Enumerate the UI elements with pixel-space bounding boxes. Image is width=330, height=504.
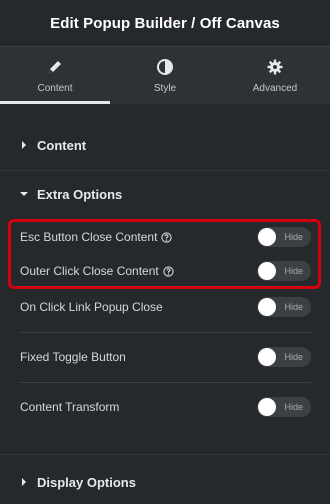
toggle-state-label: Hide	[284, 302, 303, 312]
section-extra-options-header[interactable]: Extra Options	[0, 174, 330, 214]
on-click-link-popup-close-toggle[interactable]: Hide	[257, 297, 311, 317]
caret-right-icon	[22, 478, 26, 486]
toggle-state-label: Hide	[284, 352, 303, 362]
panel-title: Edit Popup Builder / Off Canvas	[50, 14, 280, 32]
on-click-link-popup-close-label: On Click Link Popup Close	[20, 300, 163, 314]
esc-button-close-text: Esc Button Close Content	[20, 230, 158, 244]
row-divider	[20, 382, 311, 383]
controls-panel: Content Extra Options Esc Button Close C…	[0, 104, 330, 504]
toggle-knob	[258, 262, 276, 280]
toggle-knob	[258, 298, 276, 316]
toggle-knob	[258, 398, 276, 416]
section-content-title: Content	[37, 137, 87, 153]
esc-button-close-label: Esc Button Close Content	[20, 230, 173, 244]
content-transform-label: Content Transform	[20, 400, 120, 414]
help-icon[interactable]	[161, 231, 173, 243]
tab-bar: Content Style Advanced	[0, 46, 330, 104]
content-transform-row: Content Transform Hide	[20, 394, 311, 420]
section-content-header[interactable]: Content	[0, 125, 330, 165]
outer-click-close-text: Outer Click Close Content	[20, 264, 159, 278]
tab-style-label: Style	[153, 82, 177, 94]
section-divider	[0, 170, 330, 171]
esc-button-close-toggle[interactable]: Hide	[257, 227, 311, 247]
toggle-state-label: Hide	[284, 232, 303, 242]
gear-icon	[267, 59, 283, 74]
toggle-state-label: Hide	[284, 402, 303, 412]
tab-style[interactable]: Style	[110, 47, 220, 104]
pencil-icon	[49, 60, 61, 73]
caret-right-icon	[22, 141, 26, 149]
section-display-options-header[interactable]: Display Options	[0, 462, 330, 502]
tab-advanced[interactable]: Advanced	[220, 47, 330, 104]
panel-header: Edit Popup Builder / Off Canvas	[0, 0, 330, 46]
half-circle-icon	[157, 58, 173, 75]
on-click-link-popup-close-row: On Click Link Popup Close Hide	[20, 294, 311, 320]
outer-click-close-label: Outer Click Close Content	[20, 264, 174, 278]
outer-click-close-toggle[interactable]: Hide	[257, 261, 311, 281]
fixed-toggle-button-row: Fixed Toggle Button Hide	[20, 344, 311, 370]
toggle-state-label: Hide	[284, 266, 303, 276]
toggle-knob	[258, 228, 276, 246]
help-icon[interactable]	[163, 265, 174, 277]
toggle-knob	[258, 348, 276, 366]
content-transform-toggle[interactable]: Hide	[257, 397, 311, 417]
tab-content-label: Content	[37, 82, 73, 94]
section-display-options-title: Display Options	[37, 474, 136, 490]
section-divider	[0, 454, 330, 455]
fixed-toggle-button-toggle[interactable]: Hide	[257, 347, 311, 367]
esc-button-close-row: Esc Button Close Content Hide	[20, 224, 311, 250]
tab-advanced-label: Advanced	[252, 82, 298, 94]
tab-content[interactable]: Content	[0, 47, 110, 104]
row-divider	[20, 332, 311, 333]
outer-click-close-row: Outer Click Close Content Hide	[20, 258, 311, 284]
section-extra-options-title: Extra Options	[37, 186, 123, 202]
caret-down-icon	[20, 192, 28, 196]
fixed-toggle-button-label: Fixed Toggle Button	[20, 350, 126, 364]
